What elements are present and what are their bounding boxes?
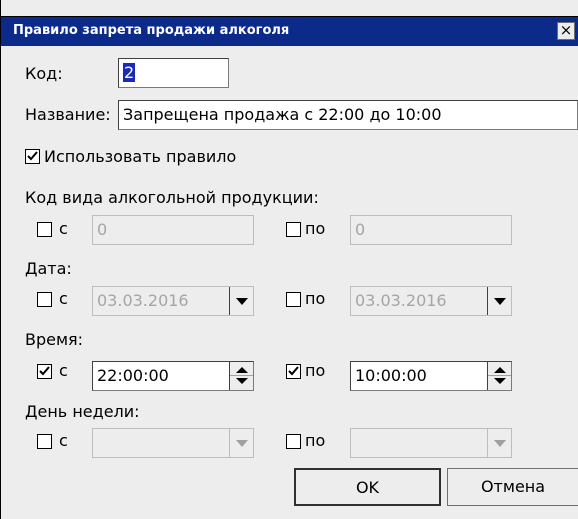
spin-down-icon[interactable] [494, 378, 506, 384]
time-to-spinner[interactable] [487, 362, 511, 390]
time-to-checkbox[interactable] [286, 364, 301, 379]
chevron-down-icon [236, 440, 248, 447]
close-button[interactable]: × [557, 22, 575, 40]
date-from-checkbox[interactable] [37, 292, 52, 307]
code-value: 2 [123, 63, 136, 82]
weekday-from-dropdown-button[interactable] [229, 429, 253, 457]
date-to-picker[interactable]: 03.03.2016 [350, 286, 512, 316]
alcohol-code-to-input[interactable]: 0 [350, 215, 512, 245]
weekday-from-label: с [59, 431, 68, 450]
time-to-input[interactable]: 10:00:00 [350, 361, 512, 391]
name-input[interactable]: Запрещена продажа с 22:00 до 10:00 [118, 100, 578, 130]
use-rule-checkbox[interactable] [25, 149, 40, 164]
date-from-picker[interactable]: 03.03.2016 [92, 286, 254, 316]
spin-up-icon[interactable] [236, 367, 248, 373]
alcohol-code-from-checkbox[interactable] [37, 222, 52, 237]
weekday-from-checkbox[interactable] [37, 434, 52, 449]
time-from-value: 22:00:00 [97, 366, 169, 385]
ok-button[interactable]: OK [294, 468, 441, 506]
use-rule-label: Использовать правило [44, 147, 237, 166]
date-from-value: 03.03.2016 [97, 291, 189, 310]
code-input[interactable]: 2 [118, 58, 229, 88]
date-to-checkbox[interactable] [286, 292, 301, 307]
name-label: Название: [25, 105, 111, 124]
weekday-to-dropdown-button[interactable] [487, 429, 511, 457]
alcohol-code-label: Код вида алкогольной продукции: [25, 188, 319, 207]
date-to-dropdown-button[interactable] [487, 287, 511, 315]
close-icon: × [559, 21, 573, 39]
weekday-from-select[interactable] [92, 428, 254, 458]
checkmark-icon [39, 366, 50, 376]
chevron-down-icon [236, 298, 248, 305]
spin-down-icon[interactable] [236, 378, 248, 384]
alcohol-code-to-label: по [305, 219, 326, 238]
date-to-label: по [305, 289, 326, 308]
weekday-to-select[interactable] [350, 428, 512, 458]
name-value: Запрещена продажа с 22:00 до 10:00 [123, 105, 442, 124]
time-from-input[interactable]: 22:00:00 [92, 361, 254, 391]
date-from-label: с [59, 289, 68, 308]
checkmark-icon [288, 366, 299, 376]
time-from-spinner[interactable] [229, 362, 253, 390]
time-label: Время: [25, 330, 84, 349]
alcohol-code-to-value: 0 [355, 220, 366, 239]
window-title: Правило запрета продажи алкоголя [13, 23, 290, 38]
alcohol-code-from-value: 0 [97, 220, 108, 239]
alcohol-code-from-label: с [59, 219, 68, 238]
time-to-value: 10:00:00 [355, 366, 427, 385]
time-from-checkbox[interactable] [37, 364, 52, 379]
weekday-to-label: по [305, 431, 326, 450]
weekday-label: День недели: [25, 402, 140, 421]
date-to-value: 03.03.2016 [355, 291, 447, 310]
date-label: Дата: [25, 259, 72, 278]
chevron-down-icon [494, 440, 506, 447]
spin-divider [488, 375, 511, 376]
checkmark-icon [27, 151, 38, 161]
cancel-button[interactable]: Отмена [447, 468, 578, 506]
spin-divider [230, 375, 253, 376]
chevron-down-icon [494, 298, 506, 305]
time-from-label: с [59, 361, 68, 380]
alcohol-code-from-input[interactable]: 0 [92, 215, 254, 245]
rule-dialog: Правило запрета продажи алкоголя × Код: … [0, 0, 578, 519]
spin-up-icon[interactable] [494, 367, 506, 373]
code-label: Код: [25, 64, 63, 83]
time-to-label: по [305, 361, 326, 380]
title-bar[interactable]: Правило запрета продажи алкоголя × [1, 16, 578, 46]
date-from-dropdown-button[interactable] [229, 287, 253, 315]
alcohol-code-to-checkbox[interactable] [286, 222, 301, 237]
weekday-to-checkbox[interactable] [286, 434, 301, 449]
